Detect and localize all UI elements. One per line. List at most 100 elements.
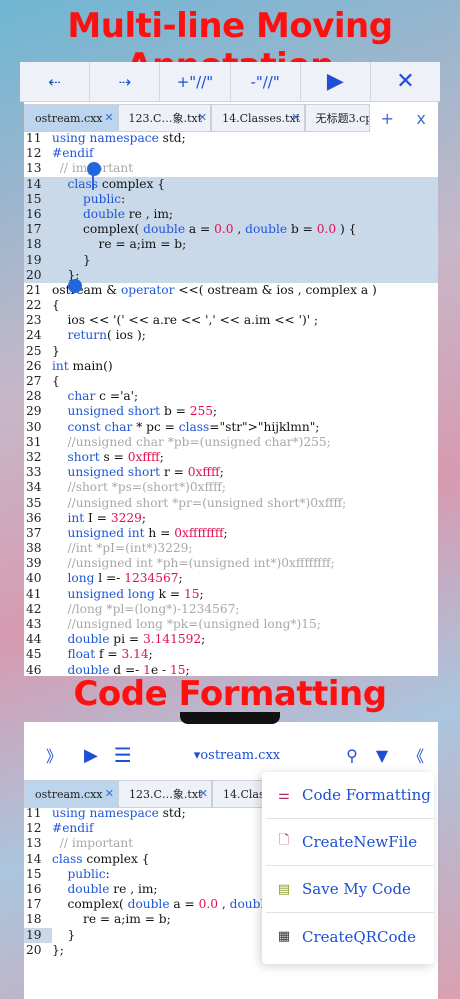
code-line[interactable]: 36 int I = 3229; [24, 511, 438, 526]
tab-123[interactable]: 123.C…象.txt ✕ [117, 104, 212, 132]
tab-close-icon[interactable]: ✕ [291, 111, 300, 124]
code-line[interactable]: 15 public: [24, 191, 438, 207]
code-text: #endif [52, 821, 94, 836]
editor-toolbar: 》 ▶ ☰ ▾ostream.cxx ⚲ ▼ 《 [24, 735, 438, 775]
tab-label: ostream.cxx [35, 787, 103, 801]
file-selector[interactable]: ▾ostream.cxx [194, 748, 280, 763]
code-line[interactable]: 42 //long *pl=(long*)-1234567; [24, 602, 438, 617]
code-line[interactable]: 11 using namespace std; [24, 131, 438, 146]
code-text: unsigned short b = 255; [67, 404, 218, 419]
code-line[interactable]: 22 { [24, 298, 438, 313]
code-text: { [52, 298, 60, 313]
run-icon[interactable]: ▶ [84, 745, 98, 766]
code-line[interactable]: 38 //int *pI=(int*)3229; [24, 541, 438, 556]
collapse-right-icon[interactable]: 《 [408, 743, 424, 767]
code-line[interactable]: 35 //unsigned short *pr=(unsigned short*… [24, 496, 438, 511]
line-number: 19 [24, 927, 52, 943]
code-text: double re , im; [67, 881, 158, 896]
code-text: //unsigned long *pk=(unsigned long*)15; [52, 617, 321, 631]
tab-close-icon[interactable]: ✕ [199, 787, 208, 800]
code-text: short s = 0xffff; [67, 449, 164, 464]
tab-close-icon[interactable]: ✕ [105, 787, 114, 800]
code-editor-top[interactable]: 11 using namespace std; 12 #endif 13 // impo… [24, 131, 438, 678]
line-number: 32 [26, 449, 42, 464]
move-left-button[interactable]: ⇠ [20, 62, 91, 101]
code-line[interactable]: 28 char c ='a'; [24, 389, 438, 404]
code-line[interactable]: 40 long l =- 1234567; [24, 571, 438, 586]
menu-item-create-qr-code[interactable]: ▦ CreateQRCode [266, 913, 434, 960]
code-line[interactable]: 21 ostream & operator <<( ostream & ios ,… [24, 283, 438, 298]
file-tabs-top: ostream.cxx ✕ 123.C…象.txt ✕ 14.Classes.txt… [24, 104, 438, 132]
code-text: int main() [52, 358, 113, 373]
code-line[interactable]: 18 re = a;im = b; [24, 237, 438, 253]
menu-item-save-my-code[interactable]: ▤ Save My Code [266, 866, 434, 913]
code-line[interactable]: 27 { [24, 374, 438, 389]
line-number: 23 [26, 313, 42, 328]
code-text: //long *pl=(long*)-1234567; [52, 601, 240, 616]
code-line[interactable]: 23 ios << '(' << a.re << ',' << a.im << … [24, 313, 438, 328]
tab-ostream[interactable]: ostream.cxx ✕ [24, 104, 118, 132]
run-button[interactable]: ▶ [301, 62, 371, 101]
tab-close-icon[interactable]: ✕ [104, 111, 113, 124]
selection-end-handle[interactable] [68, 279, 82, 293]
code-line[interactable]: 43 //unsigned long *pk=(unsigned long*)1… [24, 617, 438, 632]
line-number: 38 [26, 541, 42, 556]
close-all-tabs-button[interactable]: x [404, 104, 438, 132]
code-line[interactable]: 29 unsigned short b = 255; [24, 404, 438, 419]
code-line[interactable]: 30 const char * pc = class="str">"hijklm… [24, 420, 438, 435]
code-text: public: [67, 866, 110, 881]
code-text: double pi = 3.141592; [67, 632, 206, 647]
code-text: char c ='a'; [67, 389, 139, 404]
tab-classes[interactable]: 14.Classes.txt ✕ [211, 104, 305, 132]
line-number: 40 [26, 571, 42, 586]
code-text: } [52, 927, 76, 942]
tab-untitled3[interactable]: 无标题3.cpp [304, 104, 371, 132]
line-number: 41 [26, 586, 42, 601]
tab-ostream[interactable]: ostream.cxx ✕ [24, 780, 118, 808]
line-number: 24 [26, 328, 42, 343]
code-line[interactable]: 41 unsigned long k = 15; [24, 587, 438, 602]
outline-list-icon[interactable]: ☰ [114, 743, 132, 767]
add-tab-button[interactable]: + [370, 104, 404, 132]
code-line[interactable]: 37 unsigned int h = 0xffffffff; [24, 526, 438, 541]
add-comment-button[interactable]: +"//" [160, 62, 231, 101]
code-line[interactable]: 24 return( ios ); [24, 328, 438, 343]
code-line[interactable]: 17 complex( double a = 0.0 , double b = … [24, 222, 438, 238]
code-line[interactable]: 39 //unsigned int *ph=(unsigned int*)0xf… [24, 556, 438, 571]
dropdown-icon[interactable]: ▼ [376, 746, 388, 765]
line-number: 34 [26, 480, 42, 495]
tab-close-icon[interactable]: ✕ [198, 111, 207, 124]
code-line[interactable]: 31 //unsigned char *pb=(unsigned char*)2… [24, 435, 438, 450]
code-line[interactable]: 33 unsigned short r = 0xffff; [24, 465, 438, 480]
line-number: 16 [26, 206, 42, 221]
selection-start-handle[interactable] [87, 162, 101, 176]
expand-left-icon[interactable]: 》 [46, 743, 62, 767]
code-line[interactable]: 32 short s = 0xffff; [24, 450, 438, 465]
tab-label: 14.Classes.txt [222, 111, 301, 125]
remove-comment-button[interactable]: -"//" [231, 62, 301, 101]
code-line[interactable]: 25} [24, 344, 438, 359]
line-number: 31 [26, 434, 42, 449]
code-line[interactable]: 12 #endif [24, 146, 438, 161]
line-number: 19 [26, 252, 42, 267]
menu-item-create-new-file[interactable]: 🗋 CreateNewFile [266, 819, 434, 866]
menu-item-code-formatting[interactable]: ⚌ Code Formatting [266, 772, 434, 819]
line-number: 37 [26, 525, 42, 540]
search-icon[interactable]: ⚲ [346, 746, 358, 765]
line-number: 13 [26, 836, 42, 851]
code-line[interactable]: 20 }; [24, 267, 438, 283]
code-line[interactable]: 16 double re , im; [24, 206, 438, 223]
code-line[interactable]: 34 //short *ps=(short*)0xffff; [24, 480, 438, 495]
move-right-button[interactable]: ⇢ [90, 62, 161, 101]
tab-123[interactable]: 123.C…象.txt ✕ [118, 780, 212, 808]
code-line[interactable]: 45 float f = 3.14; [24, 647, 438, 662]
code-line[interactable]: 19 } [24, 252, 438, 268]
banner-middle-title: Code Formatting [73, 674, 387, 714]
code-line[interactable]: 14 class complex { [24, 176, 438, 192]
code-line[interactable]: 26 int main() [24, 359, 438, 374]
line-number: 13 [26, 161, 42, 176]
line-number: 26 [26, 358, 42, 373]
code-line[interactable]: 44 double pi = 3.141592; [24, 632, 438, 647]
code-text: } [52, 343, 60, 358]
close-toolbar-button[interactable]: ✕ [371, 62, 440, 101]
